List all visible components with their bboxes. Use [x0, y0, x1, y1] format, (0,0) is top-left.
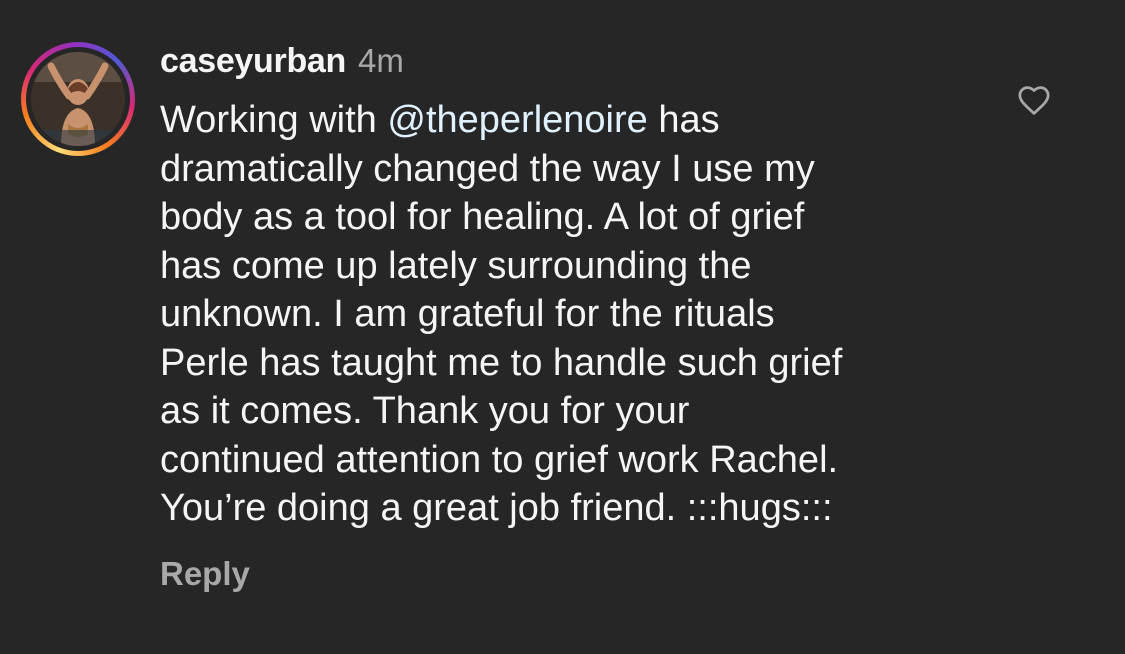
comment-line: continued attention to grief work Rachel…	[160, 438, 839, 481]
reply-button[interactable]: Reply	[160, 555, 250, 593]
comment-line: has come up lately surrounding the	[160, 244, 752, 287]
comment-text-segment: has	[647, 99, 720, 141]
avatar	[31, 52, 125, 146]
comment-line: unknown. I am grateful for the rituals	[160, 293, 775, 335]
comment-header: caseyurban 4m	[160, 42, 404, 86]
avatar-ring-gap	[26, 47, 130, 151]
avatar-story-ring[interactable]	[21, 42, 135, 156]
comment-line: Working with @theperlenoire has	[160, 96, 980, 145]
timestamp: 4m	[358, 42, 404, 79]
comment-line: body as a tool for healing. A lot of gri…	[160, 196, 805, 238]
comment-item: caseyurban 4m Working with @theperlenoir…	[0, 0, 1125, 654]
comment-line: dramatically changed the way I use my	[160, 147, 815, 190]
avatar-photo-icon	[31, 52, 125, 146]
comment-text-segment: Working with	[160, 99, 388, 141]
like-button[interactable]	[1016, 84, 1052, 116]
comment-body: Working with @theperlenoire has dramatic…	[160, 96, 980, 533]
comment-line: You’re doing a great job friend. :::hugs…	[160, 487, 833, 529]
mention-link[interactable]: @theperlenoire	[387, 99, 647, 141]
comment-line: as it comes. Thank you for your	[160, 390, 690, 432]
username-link[interactable]: caseyurban	[160, 42, 346, 81]
comment-line: Perle has taught me to handle such grief	[160, 341, 843, 384]
heart-outline-icon	[1018, 86, 1050, 115]
